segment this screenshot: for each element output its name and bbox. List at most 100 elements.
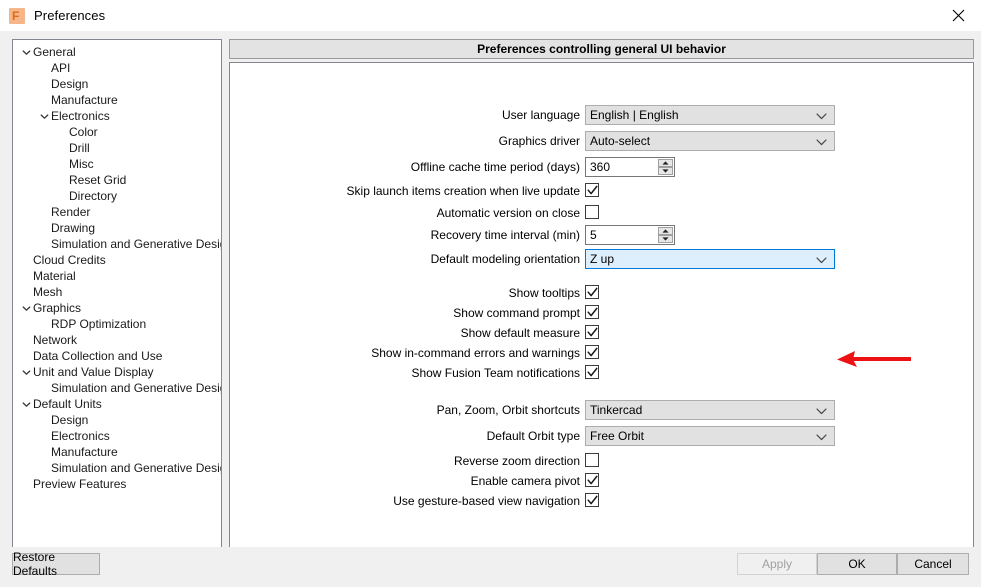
recovery-time-interval-min-stepper[interactable]: 5 <box>585 225 675 245</box>
sidebar-item-design[interactable]: Design <box>13 412 221 428</box>
sidebar-item-graphics[interactable]: Graphics <box>13 300 221 316</box>
field-label: Show tooltips <box>508 286 580 300</box>
sidebar-item-label: Material <box>33 269 76 283</box>
stepper-buttons <box>658 227 673 243</box>
show-in-command-errors-and-warnings-checkbox[interactable] <box>585 345 599 359</box>
stepper-value: 5 <box>590 228 597 242</box>
tree-spacer-icon <box>37 460 51 476</box>
tree-spacer-icon <box>37 428 51 444</box>
form-row-default-orbit-type: Default Orbit type Free Orbit <box>230 426 973 446</box>
default-modeling-orientation-dropdown[interactable]: Z up <box>585 249 835 269</box>
cancel-button[interactable]: Cancel <box>897 553 969 575</box>
sidebar-item-label: RDP Optimization <box>51 317 147 331</box>
show-default-measure-checkbox[interactable] <box>585 325 599 339</box>
form-row-user-language: User language English | English <box>230 105 973 125</box>
sidebar-item-label: API <box>51 61 71 75</box>
automatic-version-on-close-checkbox[interactable] <box>585 205 599 219</box>
sidebar-item-reset-grid[interactable]: Reset Grid <box>13 172 221 188</box>
dialog-body: General API Design Manufacture Electronics Co… <box>0 31 981 557</box>
pan-zoom-orbit-shortcuts-dropdown[interactable]: Tinkercad <box>585 400 835 420</box>
chevron-down-icon[interactable] <box>37 108 51 124</box>
stepper-down-icon[interactable] <box>658 235 673 243</box>
skip-launch-items-creation-when-live-update-checkbox[interactable] <box>585 183 599 197</box>
chevron-down-icon[interactable] <box>19 364 33 380</box>
sidebar-item-label: Design <box>51 413 89 427</box>
field-label: Show command prompt <box>453 306 580 320</box>
chevron-down-icon[interactable] <box>19 44 33 60</box>
use-gesture-based-view-navigation-checkbox[interactable] <box>585 493 599 507</box>
chevron-down-icon[interactable] <box>19 300 33 316</box>
stepper-up-icon[interactable] <box>658 227 673 235</box>
reverse-zoom-direction-checkbox[interactable] <box>585 453 599 467</box>
fusion-f-logo-icon: F <box>9 7 25 24</box>
form-row-automatic-version-on-close: Automatic version on close <box>230 203 973 223</box>
chevron-down-icon <box>816 401 827 421</box>
stepper-buttons <box>658 159 673 175</box>
tree-spacer-icon <box>19 252 33 268</box>
sidebar-item-electronics[interactable]: Electronics <box>13 108 221 124</box>
sidebar-item-directory[interactable]: Directory <box>13 188 221 204</box>
show-tooltips-checkbox[interactable] <box>585 285 599 299</box>
sidebar-item-general[interactable]: General <box>13 44 221 60</box>
dropdown-value: English | English <box>590 108 679 122</box>
graphics-driver-dropdown[interactable]: Auto-select <box>585 131 835 151</box>
default-orbit-type-dropdown[interactable]: Free Orbit <box>585 426 835 446</box>
sidebar-item-rdp-optimization[interactable]: RDP Optimization <box>13 316 221 332</box>
chevron-down-icon[interactable] <box>19 396 33 412</box>
sidebar-item-design[interactable]: Design <box>13 76 221 92</box>
sidebar-item-label: Mesh <box>33 285 63 299</box>
stepper-value: 360 <box>590 160 611 174</box>
enable-camera-pivot-checkbox[interactable] <box>585 473 599 487</box>
chevron-down-icon <box>816 250 827 270</box>
sidebar-item-render[interactable]: Render <box>13 204 221 220</box>
field-label: User language <box>501 108 580 122</box>
sidebar-item-default-units[interactable]: Default Units <box>13 396 221 412</box>
form-row-skip-launch-items-creation-when-live-update: Skip launch items creation when live upd… <box>230 181 973 201</box>
tree-spacer-icon <box>37 220 51 236</box>
sidebar-item-network[interactable]: Network <box>13 332 221 348</box>
sidebar-item-manufacture[interactable]: Manufacture <box>13 92 221 108</box>
sidebar-item-simulation-and-generative-design[interactable]: Simulation and Generative Design <box>13 460 221 476</box>
form-row-default-modeling-orientation: Default modeling orientation Z up <box>230 249 973 269</box>
close-icon[interactable] <box>935 0 981 31</box>
sidebar-item-simulation-and-generative-design[interactable]: Simulation and Generative Design <box>13 380 221 396</box>
user-language-dropdown[interactable]: English | English <box>585 105 835 125</box>
preferences-category-tree[interactable]: General API Design Manufacture Electronics Co… <box>12 39 222 557</box>
sidebar-item-drawing[interactable]: Drawing <box>13 220 221 236</box>
form-row-show-fusion-team-notifications: Show Fusion Team notifications <box>230 363 973 383</box>
sidebar-item-label: General <box>33 45 76 59</box>
sidebar-item-manufacture[interactable]: Manufacture <box>13 444 221 460</box>
field-label: Use gesture-based view navigation <box>393 494 580 508</box>
sidebar-item-color[interactable]: Color <box>13 124 221 140</box>
stepper-up-icon[interactable] <box>658 159 673 167</box>
show-command-prompt-checkbox[interactable] <box>585 305 599 319</box>
sidebar-item-mesh[interactable]: Mesh <box>13 284 221 300</box>
tree-spacer-icon <box>37 236 51 252</box>
offline-cache-time-period-days-stepper[interactable]: 360 <box>585 157 675 177</box>
tree-spacer-icon <box>37 92 51 108</box>
sidebar-item-label: Render <box>51 205 91 219</box>
form-row-show-in-command-errors-and-warnings: Show in-command errors and warnings <box>230 343 973 363</box>
sidebar-item-preview-features[interactable]: Preview Features <box>13 476 221 492</box>
tree-spacer-icon <box>37 76 51 92</box>
sidebar-item-label: Graphics <box>33 301 82 315</box>
sidebar-item-label: Data Collection and Use <box>33 349 163 363</box>
sidebar-item-data-collection-and-use[interactable]: Data Collection and Use <box>13 348 221 364</box>
stepper-down-icon[interactable] <box>658 167 673 175</box>
sidebar-item-material[interactable]: Material <box>13 268 221 284</box>
sidebar-item-api[interactable]: API <box>13 60 221 76</box>
sidebar-item-drill[interactable]: Drill <box>13 140 221 156</box>
sidebar-item-electronics[interactable]: Electronics <box>13 428 221 444</box>
apply-button[interactable]: Apply <box>737 553 817 575</box>
show-fusion-team-notifications-checkbox[interactable] <box>585 365 599 379</box>
sidebar-item-simulation-and-generative-design[interactable]: Simulation and Generative Design <box>13 236 221 252</box>
dropdown-value: Auto-select <box>590 134 651 148</box>
tree-spacer-icon <box>55 124 69 140</box>
sidebar-item-misc[interactable]: Misc <box>13 156 221 172</box>
restore-defaults-button[interactable]: Restore Defaults <box>12 550 100 578</box>
chevron-down-icon <box>816 106 827 126</box>
sidebar-item-cloud-credits[interactable]: Cloud Credits <box>13 252 221 268</box>
ok-button[interactable]: OK <box>817 553 897 575</box>
tree-spacer-icon <box>37 60 51 76</box>
sidebar-item-unit-and-value-display[interactable]: Unit and Value Display <box>13 364 221 380</box>
